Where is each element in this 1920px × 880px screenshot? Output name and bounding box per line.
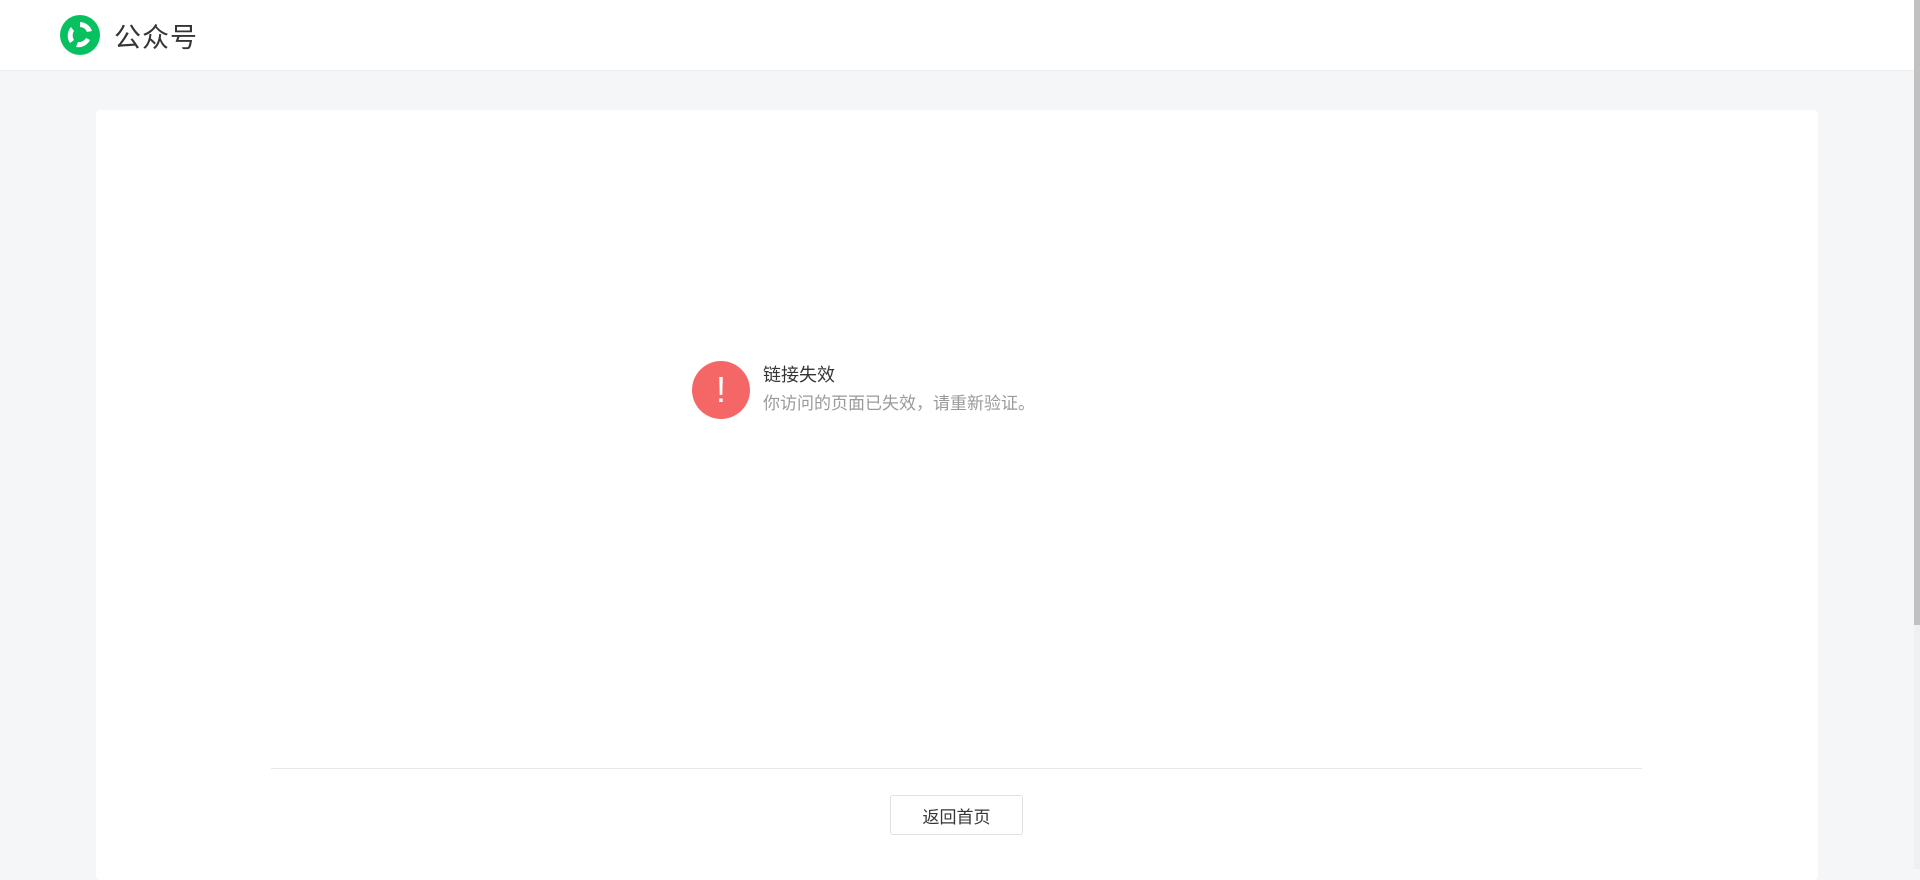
status-description: 你访问的页面已失效，请重新验证。 bbox=[763, 394, 1035, 414]
status-message: ! 链接失效 你访问的页面已失效，请重新验证。 bbox=[692, 361, 1035, 419]
brand-home-link[interactable]: 公众号 bbox=[59, 14, 198, 56]
divider bbox=[271, 768, 1642, 769]
top-navigation-bar: 公众号 bbox=[0, 0, 1914, 71]
exclamation-icon: ! bbox=[692, 361, 750, 419]
status-message-text: 链接失效 你访问的页面已失效，请重新验证。 bbox=[763, 363, 1035, 417]
scrollbar-thumb[interactable] bbox=[1914, 0, 1920, 625]
content-card: ! 链接失效 你访问的页面已失效，请重新验证。 返回首页 bbox=[96, 110, 1818, 880]
status-title: 链接失效 bbox=[763, 365, 835, 386]
wechat-official-account-logo-icon bbox=[59, 14, 101, 56]
brand-name: 公众号 bbox=[114, 22, 198, 54]
back-to-home-button[interactable]: 返回首页 bbox=[890, 795, 1023, 835]
page-scrollbar[interactable] bbox=[1914, 0, 1920, 869]
